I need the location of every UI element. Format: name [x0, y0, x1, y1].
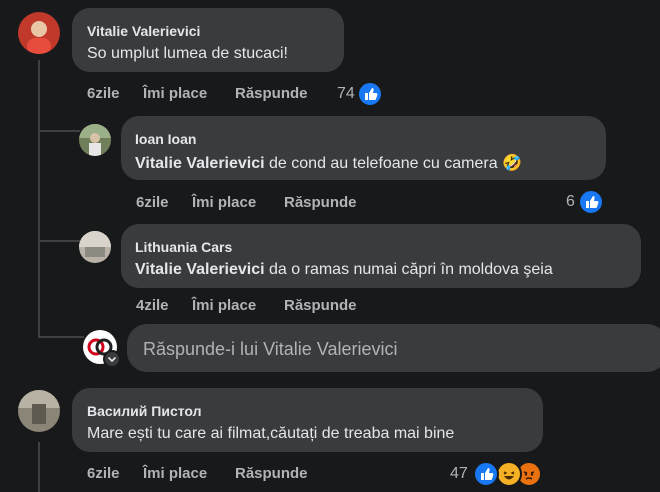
reaction-count[interactable]: 47 — [450, 465, 468, 483]
reply-text-body: de cond au telefoane cu camera — [264, 155, 498, 172]
comment-time[interactable]: 6zile — [87, 465, 120, 482]
comment-author[interactable]: Vitalie Valerievici — [87, 23, 200, 39]
like-icon[interactable] — [357, 81, 383, 107]
reply-button[interactable]: Răspunde — [284, 194, 357, 211]
reply-text: Vitalie Valerievici de cond au telefoane… — [135, 153, 522, 173]
comment-time[interactable]: 6zile — [87, 85, 120, 102]
reply-button[interactable]: Răspunde — [235, 465, 308, 482]
avatar-dropdown-icon[interactable] — [103, 350, 121, 368]
thread-branch-2 — [38, 240, 80, 242]
comment-text: Mare ești tu care ai filmat,căutați de t… — [87, 425, 455, 442]
thread-branch-1 — [38, 130, 80, 132]
laugh-emoji: 🤣 — [502, 155, 522, 172]
comment-time[interactable]: 6zile — [136, 194, 169, 211]
thread-line-bottom — [38, 442, 40, 492]
reply-author[interactable]: Lithuania Cars — [135, 239, 232, 255]
avatar[interactable] — [18, 12, 60, 54]
reply-input[interactable] — [141, 324, 505, 374]
reaction-count[interactable]: 74 — [337, 85, 355, 103]
like-icon[interactable] — [473, 461, 499, 487]
reply-text: Vitalie Valerievici da o ramas numai căp… — [135, 261, 553, 279]
thread-branch-3 — [38, 336, 84, 338]
reply-button[interactable]: Răspunde — [284, 297, 357, 314]
profile-photo-icon — [27, 21, 51, 54]
mention-link[interactable]: Vitalie Valerievici — [135, 261, 265, 278]
avatar[interactable] — [79, 231, 111, 263]
laugh-icon[interactable] — [496, 461, 522, 487]
like-icon[interactable] — [578, 189, 604, 215]
like-button[interactable]: Îmi place — [192, 297, 256, 314]
reply-button[interactable]: Răspunde — [235, 85, 308, 102]
profile-photo-icon — [18, 390, 60, 424]
reply-author[interactable]: Ioan Ioan — [135, 131, 196, 147]
like-button[interactable]: Îmi place — [192, 194, 256, 211]
comment-text: So umplut lumea de stucaci! — [87, 45, 288, 62]
comment-time[interactable]: 4zile — [136, 297, 169, 314]
comment-author[interactable]: Василий Пистол — [87, 403, 202, 419]
thread-line-main — [38, 60, 40, 338]
reaction-count[interactable]: 6 — [566, 193, 575, 211]
profile-photo-icon — [79, 124, 111, 156]
reply-composer[interactable] — [127, 324, 660, 374]
like-button[interactable]: Îmi place — [143, 465, 207, 482]
profile-photo-icon — [79, 231, 111, 257]
avatar[interactable] — [79, 124, 111, 156]
mention-link[interactable]: Vitalie Valerievici — [135, 155, 265, 172]
like-button[interactable]: Îmi place — [143, 85, 207, 102]
reply-text-body: da o ramas numai căpri în moldova şeia — [264, 261, 553, 278]
avatar[interactable] — [18, 390, 60, 432]
